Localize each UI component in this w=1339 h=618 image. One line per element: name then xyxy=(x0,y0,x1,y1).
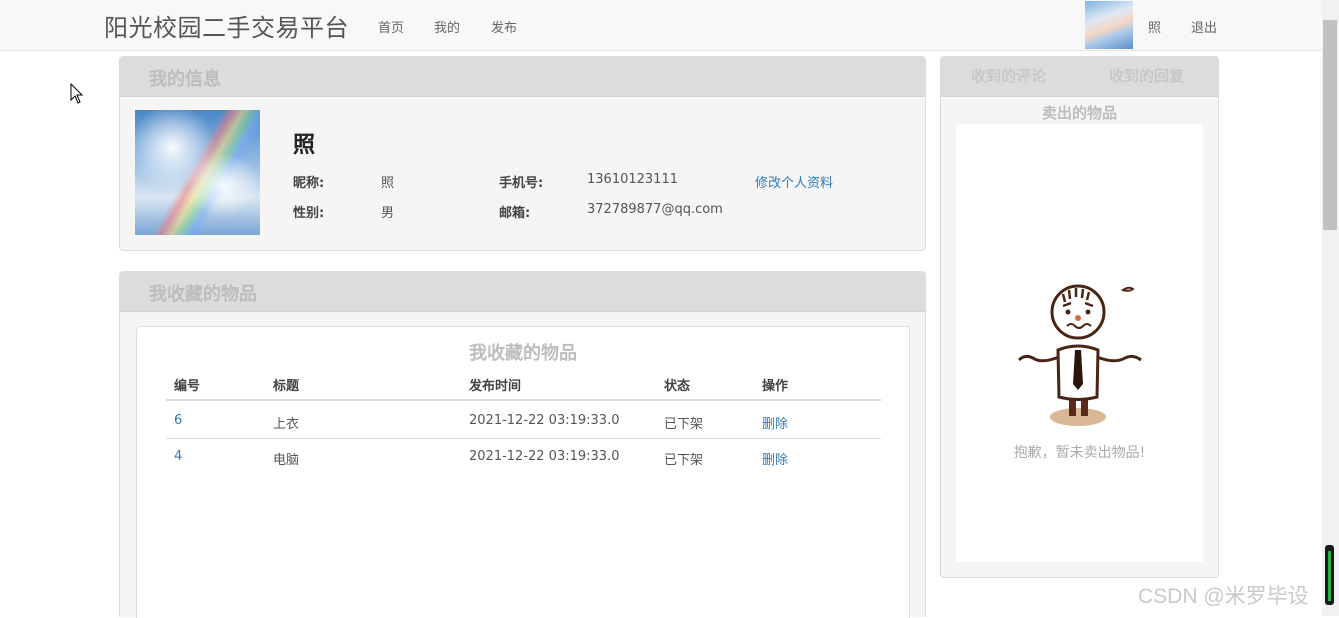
gender-value: 男 xyxy=(381,206,395,221)
profile-panel-heading: 我的信息 xyxy=(120,57,925,97)
column-header-id: 编号 xyxy=(174,379,201,394)
column-header-title: 标题 xyxy=(273,379,300,394)
table-row-status: 已下架 xyxy=(664,417,704,432)
nav-mine-link[interactable]: 我的 xyxy=(434,17,460,36)
site-brand[interactable]: 阳光校园二手交易平台 xyxy=(104,8,349,43)
email-value: 372789877@qq.com xyxy=(587,202,723,217)
table-row-time: 2021-12-22 03:19:33.0 xyxy=(469,449,620,464)
edit-profile-link[interactable]: 修改个人资料 xyxy=(755,172,833,191)
table-row-title: 上衣 xyxy=(273,417,300,432)
phone-value: 13610123111 xyxy=(587,172,678,187)
phone-label: 手机号: xyxy=(499,176,544,191)
nickname-label: 昵称: xyxy=(293,176,325,191)
gender-label: 性别: xyxy=(293,206,325,221)
profile-panel: 我的信息 照 昵称: 照 性别: 男 手机号: 13610123111 邮箱: … xyxy=(119,56,926,251)
nav-home-link[interactable]: 首页 xyxy=(378,17,404,36)
favorites-panel-title: 我收藏的物品 xyxy=(149,284,257,305)
table-row-divider xyxy=(166,438,881,439)
sales-panel-tabs: 收到的评论 收到的回复 xyxy=(941,57,1218,97)
table-row-id-link[interactable]: 6 xyxy=(174,413,182,428)
mouse-cursor-icon xyxy=(70,83,84,104)
sold-items-box: 抱歉，暂未卖出物品! xyxy=(956,124,1203,562)
delete-button[interactable]: 删除 xyxy=(762,413,788,432)
profile-name: 照 xyxy=(293,133,316,158)
favorites-panel-heading: 我收藏的物品 xyxy=(120,272,925,312)
tab-received-replies[interactable]: 收到的回复 xyxy=(1109,65,1184,86)
table-header-divider xyxy=(166,399,881,401)
logout-link[interactable]: 退出 xyxy=(1191,17,1217,36)
nav-publish-link[interactable]: 发布 xyxy=(491,17,517,36)
sold-items-title: 卖出的物品 xyxy=(1041,104,1117,122)
profile-panel-title: 我的信息 xyxy=(149,69,221,90)
delete-button[interactable]: 删除 xyxy=(762,449,788,468)
favorites-table-caption: 我收藏的物品 xyxy=(469,343,577,364)
column-header-time: 发布时间 xyxy=(469,379,522,394)
nav-user-avatar[interactable] xyxy=(1085,1,1133,49)
tab-received-comments[interactable]: 收到的评论 xyxy=(971,65,1046,86)
profile-avatar xyxy=(135,110,260,235)
table-row-title: 电脑 xyxy=(273,453,300,468)
no-sold-items-message: 抱歉，暂未卖出物品! xyxy=(1013,445,1146,461)
vertical-scrollbar-thumb[interactable] xyxy=(1323,20,1337,230)
column-header-action: 操作 xyxy=(762,379,789,394)
confused-man-icon xyxy=(1017,284,1142,426)
top-navbar: 阳光校园二手交易平台 首页 我的 发布 照 退出 xyxy=(0,0,1322,51)
table-row-time: 2021-12-22 03:19:33.0 xyxy=(469,413,620,428)
column-header-status: 状态 xyxy=(664,379,691,394)
watermark: CSDN @米罗毕设 xyxy=(1138,585,1309,608)
favorites-panel: 我收藏的物品 我收藏的物品 编号 标题 发布时间 状态 操作 6 上衣 2021… xyxy=(119,271,926,618)
favorites-table-container: 我收藏的物品 编号 标题 发布时间 状态 操作 6 上衣 2021-12-22 … xyxy=(136,326,910,618)
nickname-value: 照 xyxy=(381,176,395,191)
status-indicator-icon xyxy=(1325,545,1334,605)
table-row-status: 已下架 xyxy=(664,453,704,468)
table-row-id-link[interactable]: 4 xyxy=(174,449,182,464)
sales-panel: 收到的评论 收到的回复 卖出的物品 抱歉，暂未卖出物品! xyxy=(940,56,1219,578)
nav-username[interactable]: 照 xyxy=(1148,17,1161,36)
email-label: 邮箱: xyxy=(499,206,531,221)
